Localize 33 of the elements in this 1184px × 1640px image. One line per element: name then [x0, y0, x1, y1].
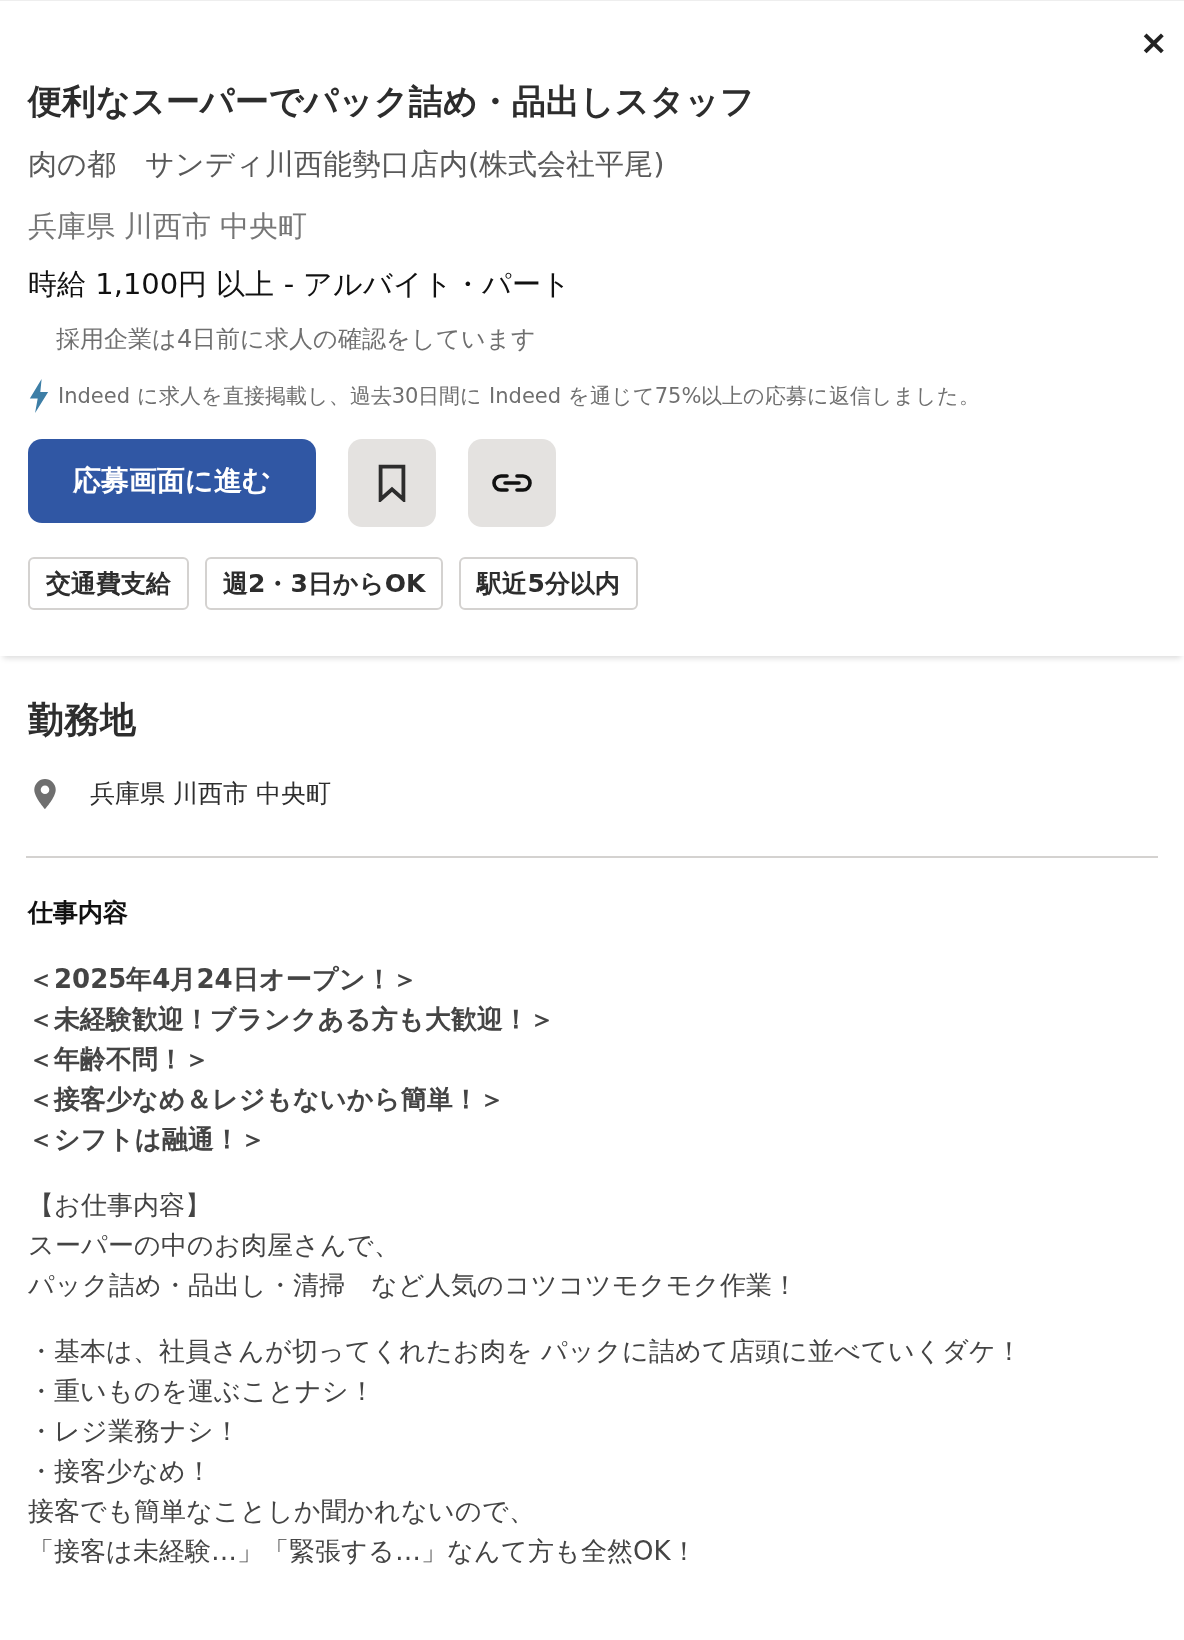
highlight-text: ＜シフトは融通！＞ — [28, 1123, 267, 1157]
company-name: 肉の都 サンディ川西能勢口店内(株式会社平尾) — [28, 146, 666, 184]
job-tag: 交通費支給 — [28, 557, 189, 611]
response-note: Indeed に求人を直接掲載し、過去30日間に Indeed を通じて75%以上の応募に返信しました。 — [58, 383, 981, 411]
confirmation-note: 採用企業は4日前に求人の確認をしています — [56, 324, 538, 356]
job-tag: 週2・3日からOK — [205, 557, 444, 611]
job-location: 兵庫県 川西市 中央町 — [28, 208, 309, 246]
close-button[interactable]: × — [1135, 25, 1172, 59]
description-text: ・重いものを運ぶことナシ！ — [28, 1375, 376, 1409]
highlight-text: ＜年齢不問！＞ — [28, 1043, 211, 1077]
description-text: ・接客少なめ！ — [28, 1455, 213, 1489]
highlight-text: ＜接客少なめ＆レジもないから簡単！＞ — [28, 1083, 506, 1117]
copy-link-button[interactable] — [468, 439, 556, 528]
section-heading: 勤務地 — [28, 698, 137, 743]
job-title: 便利なスーパーでパック詰め・品出しスタッフ — [28, 80, 756, 123]
lightning-icon — [28, 379, 50, 414]
description-text: スーパーの中のお肉屋さんで、 — [28, 1229, 401, 1263]
job-tag: 駅近5分以内 — [459, 557, 638, 611]
location-pin-icon — [34, 778, 56, 809]
apply-button[interactable]: 応募画面に進む — [28, 439, 316, 524]
save-button[interactable] — [348, 439, 436, 528]
description-text: パック詰め・品出し・清掃 など人気のコツコツモクモク作業！ — [28, 1269, 799, 1303]
salary-text: 時給 1,100円 以上 - アルバイト・パート — [28, 266, 573, 304]
description-text: 接客でも簡単なことしか聞かれないので、 — [28, 1495, 536, 1529]
description-text: ・レジ業務ナシ！ — [28, 1415, 241, 1449]
workplace-address: 兵庫県 川西市 中央町 — [90, 778, 331, 811]
description-text: 【お仕事内容】 — [28, 1189, 212, 1223]
description-text: 「接客は未経験…」「緊張する…」なんて方も全然OK！ — [28, 1535, 698, 1569]
highlight-text: ＜未経験歓迎！ブランクある方も大歓迎！＞ — [28, 1003, 556, 1037]
description-text: ・基本は、社員さんが切ってくれたお肉を パックに詰めて店頭に並べていくダケ！ — [28, 1335, 1024, 1369]
link-icon — [492, 473, 532, 494]
highlight-text: ＜2025年4月24日オープン！＞ — [28, 963, 419, 997]
description-heading: 仕事内容 — [28, 897, 129, 930]
